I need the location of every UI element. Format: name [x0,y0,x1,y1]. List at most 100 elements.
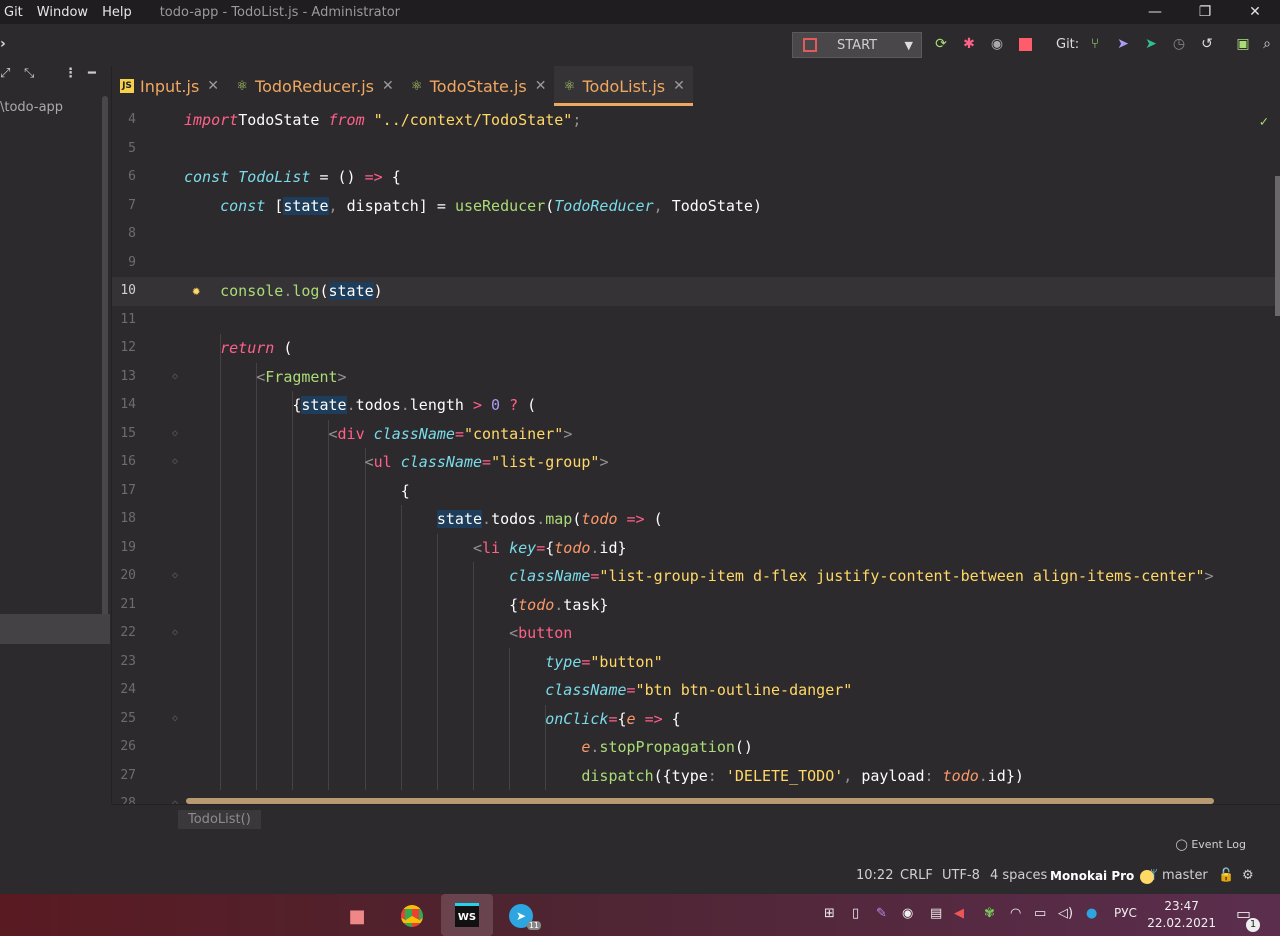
office-app-icon[interactable]: ■ [343,902,371,930]
code-editor[interactable]: 4 importTodoState from "../context/TodoSt… [112,106,1280,804]
battery-icon[interactable]: ▭ [1034,906,1046,921]
input-language[interactable]: РУС [1114,906,1137,920]
code-line[interactable]: 5 [112,135,1280,164]
code-line[interactable]: 11 [112,306,1280,335]
code-line[interactable]: 26 e.stopPropagation() [112,733,1280,762]
event-log-button[interactable]: ◯ Event Log [1176,838,1246,851]
search-icon[interactable]: ⌕ [1258,35,1276,53]
code-line[interactable]: 4 importTodoState from "../context/TodoSt… [112,106,1280,135]
lock-icon[interactable]: 🔓 [1218,868,1234,883]
close-icon[interactable]: ✕ [207,78,219,94]
code-line[interactable]: 12 return ( [112,334,1280,363]
inspection-ok-icon[interactable]: ✓ [1260,114,1268,130]
tab-todostate-js[interactable]: ⚛ TodoState.js ✕ [402,66,555,106]
telegram-icon[interactable]: ➤ 11 [507,902,541,930]
webstorm-icon[interactable]: WS [441,894,493,936]
code-line[interactable]: 16 ◇ <ul className="list-group"> [112,448,1280,477]
code-text: <ul className="list-group"> [364,453,609,471]
tray-telegram-icon[interactable]: ● [1086,906,1097,921]
theme-widget[interactable]: Monokai Pro [1050,869,1155,884]
run-configuration-select[interactable]: START ▼ [792,32,922,58]
indent-setting[interactable]: 4 spaces [990,868,1047,883]
line-separator[interactable]: CRLF [900,868,933,883]
history-icon[interactable]: ◷ [1170,35,1188,53]
fold-marker-icon[interactable]: ◇ [172,448,178,477]
menu-window[interactable]: Window [37,5,88,20]
wifi-icon[interactable]: ◠ [1010,906,1021,921]
inspector-icon[interactable]: ⚙ [1242,868,1254,883]
project-root-path[interactable]: \todo-app [0,100,63,115]
code-line[interactable]: 10 ✹ console.log(state) [112,277,1280,306]
nav-chevron-icon[interactable]: › [0,36,6,52]
fold-marker-icon[interactable]: ◇ [172,420,178,449]
tab-label: TodoState.js [429,76,527,96]
tray-antivirus-icon[interactable]: ◀ [954,906,964,921]
minimize-button[interactable]: — [1132,0,1178,24]
terminal-icon[interactable]: ▣ [1234,35,1252,53]
rollback-icon[interactable]: ↺ [1198,35,1216,53]
editor-scrollbar[interactable] [1275,176,1280,316]
hide-panel-icon[interactable]: ━ [88,66,96,81]
git-commit-icon[interactable]: ➤ [1142,35,1160,53]
fold-marker-icon[interactable]: ◇ [172,363,178,392]
project-selected-row[interactable] [0,614,110,644]
line-number: 21 [120,596,136,612]
code-line[interactable]: 14 {state.todos.length > 0 ? ( [112,391,1280,420]
code-line[interactable]: 24 className="btn btn-outline-danger" [112,676,1280,705]
code-line[interactable]: 22 ◇ <button [112,619,1280,648]
tab-input-js[interactable]: JS Input.js ✕ [112,66,227,106]
menu-git[interactable]: Git [4,5,23,20]
code-line[interactable]: 23 type="button" [112,648,1280,677]
code-line[interactable]: 21 {todo.task} [112,591,1280,620]
stop-icon[interactable] [1016,35,1034,53]
project-scrollbar[interactable] [102,96,108,628]
breadcrumb-item[interactable]: TodoList() [178,810,261,829]
close-button[interactable]: ✕ [1232,0,1278,24]
options-icon[interactable]: ⋮ [64,66,77,81]
code-line[interactable]: 15 ◇ <div className="container"> [112,420,1280,449]
code-line[interactable]: 9 [112,249,1280,278]
coverage-icon[interactable]: ◉ [988,35,1006,53]
caret-position[interactable]: 10:22 [856,868,893,883]
fold-marker-icon[interactable]: ◇ [172,562,178,591]
code-line[interactable]: 27 dispatch({type: 'DELETE_TODO', payloa… [112,762,1280,791]
tray-chrome-icon[interactable]: ◉ [902,906,913,921]
chrome-icon[interactable] [398,902,426,930]
collapse-all-icon[interactable]: ⤡ [24,66,34,81]
close-icon[interactable]: ✕ [535,78,547,94]
tray-clipboard-icon[interactable]: ▤ [930,906,942,921]
branch-icon: ᛘ [1150,868,1162,883]
code-text: <div className="container"> [328,424,573,443]
code-line[interactable]: 20 ◇ className="list-group-item d-flex ju… [112,562,1280,591]
code-line[interactable]: 8 [112,220,1280,249]
code-line[interactable]: 18 state.todos.map(todo => ( [112,505,1280,534]
code-line[interactable]: 25 ◇ onClick={e => { [112,705,1280,734]
restore-button[interactable]: ❐ [1182,0,1228,24]
git-branch-widget[interactable]: ᛘ master [1150,868,1208,883]
fold-marker-icon[interactable]: ◇ [172,790,178,804]
tab-todolist-js[interactable]: ⚛ TodoList.js ✕ [554,66,694,106]
tray-pen-icon[interactable]: ✎ [876,906,887,921]
tray-usb-icon[interactable]: ▯ [852,906,859,921]
tray-network-icon[interactable]: ⊞ [824,906,835,921]
expand-all-icon[interactable]: ⤢ [0,66,10,81]
tab-todoreducer-js[interactable]: ⚛ TodoReducer.js ✕ [227,66,402,106]
file-encoding[interactable]: UTF-8 [942,868,980,883]
close-icon[interactable]: ✕ [673,78,685,94]
volume-icon[interactable]: ◁) [1058,906,1073,921]
fold-marker-icon[interactable]: ◇ [172,619,178,648]
rerun-icon[interactable]: ⟳ [932,35,950,53]
code-line[interactable]: 17 { [112,477,1280,506]
menu-help[interactable]: Help [102,5,132,20]
debug-icon[interactable]: ✱ [960,35,978,53]
code-line[interactable]: 7 const [state, dispatch] = useReducer(T… [112,192,1280,221]
fold-marker-icon[interactable]: ◇ [172,705,178,734]
code-line[interactable]: 6 const TodoList = () => { [112,163,1280,192]
close-icon[interactable]: ✕ [382,78,394,94]
taskbar-clock[interactable]: 23:47 22.02.2021 [1147,898,1216,932]
git-update-icon[interactable]: ⑂ [1086,35,1104,53]
code-line[interactable]: 19 <li key={todo.id} [112,534,1280,563]
git-push-icon[interactable]: ➤ [1114,35,1132,53]
code-line[interactable]: 13 ◇ <Fragment> [112,363,1280,392]
tray-app-icon[interactable]: ✾ [984,906,995,921]
